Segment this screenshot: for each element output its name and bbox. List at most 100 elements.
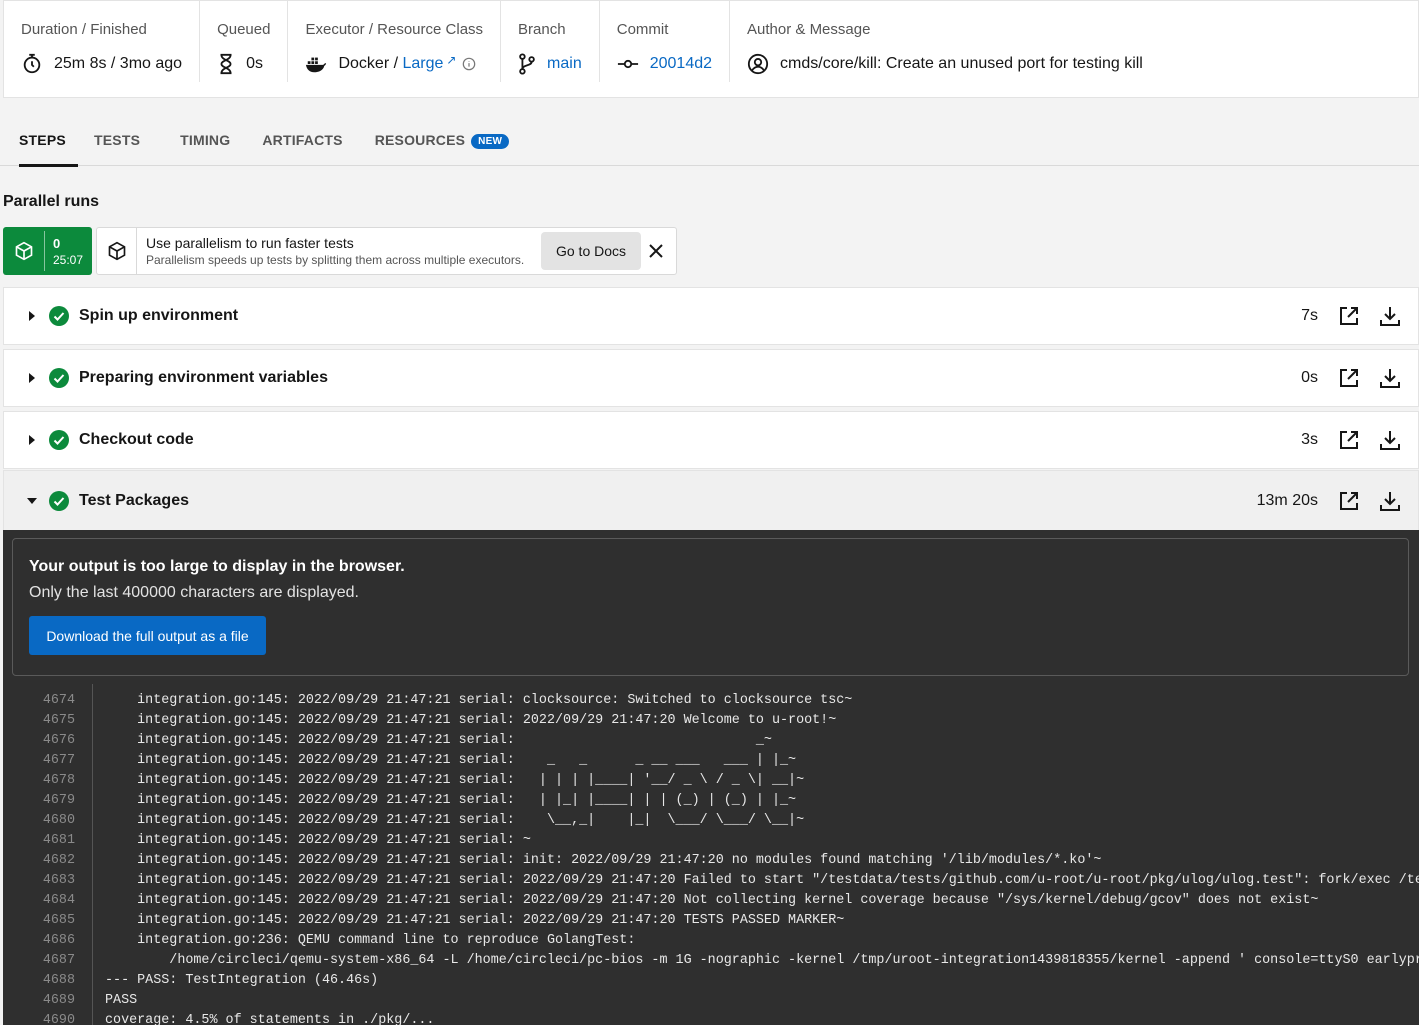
success-check-icon (49, 368, 69, 388)
step-name: Spin up environment (79, 307, 239, 324)
line-text: integration.go:145: 2022/09/29 21:47:21 … (105, 713, 837, 728)
expand-caret[interactable] (23, 435, 41, 445)
download-icon (1380, 369, 1400, 388)
open-external-icon (1340, 307, 1358, 325)
author-label: Author & Message (747, 21, 871, 38)
parallel-runs-title: Parallel runs (3, 193, 100, 210)
commit-message: cmds/core/kill: Create an unused port fo… (780, 55, 1143, 72)
open-external-button[interactable] (1339, 306, 1359, 326)
info-icon[interactable] (462, 57, 476, 71)
line-text: integration.go:145: 2022/09/29 21:47:21 … (105, 813, 805, 828)
line-number: 4674 (42, 693, 75, 708)
line-number-gutter (92, 684, 93, 1025)
tab-tests[interactable]: TESTS (94, 113, 140, 166)
branch-label: Branch (518, 21, 566, 38)
notice-title: Your output is too large to display in t… (29, 558, 405, 575)
step-duration: 13m 20s (1256, 492, 1318, 509)
expand-caret[interactable] (23, 373, 41, 383)
download-icon (1380, 492, 1400, 511)
line-number: 4681 (42, 833, 75, 848)
notice-subtitle: Only the last 400000 characters are disp… (29, 584, 359, 601)
commit-label: Commit (616, 21, 669, 38)
close-icon (649, 244, 663, 258)
open-external-button[interactable] (1339, 491, 1359, 511)
line-number: 4686 (42, 933, 75, 948)
user-icon (747, 53, 769, 75)
step-duration: 7s (1301, 307, 1318, 324)
log-lines[interactable]: 4674 integration.go:145: 2022/09/29 21:4… (12, 684, 1419, 1025)
line-text: integration.go:145: 2022/09/29 21:47:21 … (105, 853, 1102, 868)
tab-artifacts[interactable]: ARTIFACTS (262, 113, 342, 166)
line-number: 4687 (42, 953, 75, 968)
parallel-run-0[interactable]: 0 25:07 (3, 227, 92, 275)
line-text: integration.go:145: 2022/09/29 21:47:21 … (105, 733, 772, 748)
tip-subtitle: Parallelism speeds up tests by splitting… (146, 253, 525, 267)
step-row-expanded[interactable]: Test Packages 13m 20s (3, 470, 1419, 532)
tab-resources[interactable]: RESOURCES NEW (375, 113, 510, 166)
line-text: coverage: 4.5% of statements in ./pkg/..… (105, 1013, 435, 1025)
resource-class-link[interactable]: Large (402, 55, 443, 73)
new-badge: NEW (471, 134, 510, 149)
step-duration: 3s (1301, 431, 1318, 448)
line-number: 4688 (42, 973, 75, 988)
open-external-button[interactable] (1339, 430, 1359, 450)
box-icon (108, 241, 125, 261)
line-number: 4684 (42, 893, 75, 908)
line-text: PASS (105, 993, 138, 1008)
line-number: 4679 (42, 793, 75, 808)
line-number: 4682 (42, 853, 75, 868)
line-text: integration.go:145: 2022/09/29 21:47:21 … (105, 773, 805, 788)
author-section: Author & Message cmds/core/kill: Create … (747, 1, 1160, 82)
download-button[interactable] (1380, 491, 1400, 511)
close-tip-button[interactable] (649, 244, 663, 258)
stopwatch-icon (23, 53, 41, 74)
caret-down-icon (27, 498, 37, 504)
download-button[interactable] (1380, 368, 1400, 388)
collapse-caret[interactable] (23, 497, 41, 505)
download-button[interactable] (1380, 306, 1400, 326)
line-text: integration.go:145: 2022/09/29 21:47:21 … (105, 873, 1419, 888)
download-icon (1380, 307, 1400, 326)
line-text: integration.go:145: 2022/09/29 21:47:21 … (105, 793, 797, 808)
line-number: 4680 (42, 813, 75, 828)
tab-timing[interactable]: TIMING (180, 113, 230, 166)
step-duration: 0s (1301, 369, 1318, 386)
line-number: 4675 (42, 713, 75, 728)
commit-icon (617, 59, 638, 69)
download-button[interactable] (1380, 430, 1400, 450)
step-name: Test Packages (79, 492, 189, 509)
commit-link[interactable]: 20014d2 (650, 55, 712, 73)
go-to-docs-button[interactable]: Go to Docs (541, 232, 641, 270)
download-full-output-button[interactable]: Download the full output as a file (29, 616, 266, 655)
executor-section: Executor / Resource Class Docker / Large… (305, 1, 502, 82)
branch-section: Branch main (518, 1, 600, 82)
duration-section: Duration / Finished 25m 8s / 3mo ago (21, 1, 201, 82)
run-index: 0 (53, 235, 61, 251)
run-time: 25:07 (53, 252, 84, 267)
caret-right-icon (29, 373, 35, 383)
parallelism-tip: Use parallelism to run faster tests Para… (96, 227, 677, 275)
job-summary: Duration / Finished 25m 8s / 3mo ago Que… (3, 0, 1419, 98)
executor-label: Executor / Resource Class (305, 21, 484, 38)
line-text: integration.go:236: QEMU command line to… (105, 933, 636, 948)
success-check-icon (49, 306, 69, 326)
step-output: Your output is too large to display in t… (3, 530, 1419, 1025)
output-too-large-notice: Your output is too large to display in t… (12, 538, 1409, 676)
line-number: 4683 (42, 873, 75, 888)
line-text: --- PASS: TestIntegration (46.46s) (105, 973, 379, 988)
line-text: integration.go:145: 2022/09/29 21:47:21 … (105, 693, 853, 708)
branch-link[interactable]: main (547, 55, 582, 73)
line-number: 4676 (42, 733, 75, 748)
branch-icon (519, 53, 535, 75)
step-row[interactable]: Preparing environment variables 0s (3, 349, 1419, 407)
tab-steps[interactable]: STEPS (19, 113, 78, 167)
success-check-icon (49, 430, 69, 450)
open-external-button[interactable] (1339, 368, 1359, 388)
step-row[interactable]: Spin up environment 7s (3, 287, 1419, 345)
expand-caret[interactable] (23, 311, 41, 321)
step-row[interactable]: Checkout code 3s (3, 411, 1419, 469)
caret-right-icon (29, 311, 35, 321)
line-text: integration.go:145: 2022/09/29 21:47:21 … (105, 833, 531, 848)
success-check-icon (49, 491, 69, 511)
duration-value: 25m 8s / 3mo ago (54, 55, 183, 72)
